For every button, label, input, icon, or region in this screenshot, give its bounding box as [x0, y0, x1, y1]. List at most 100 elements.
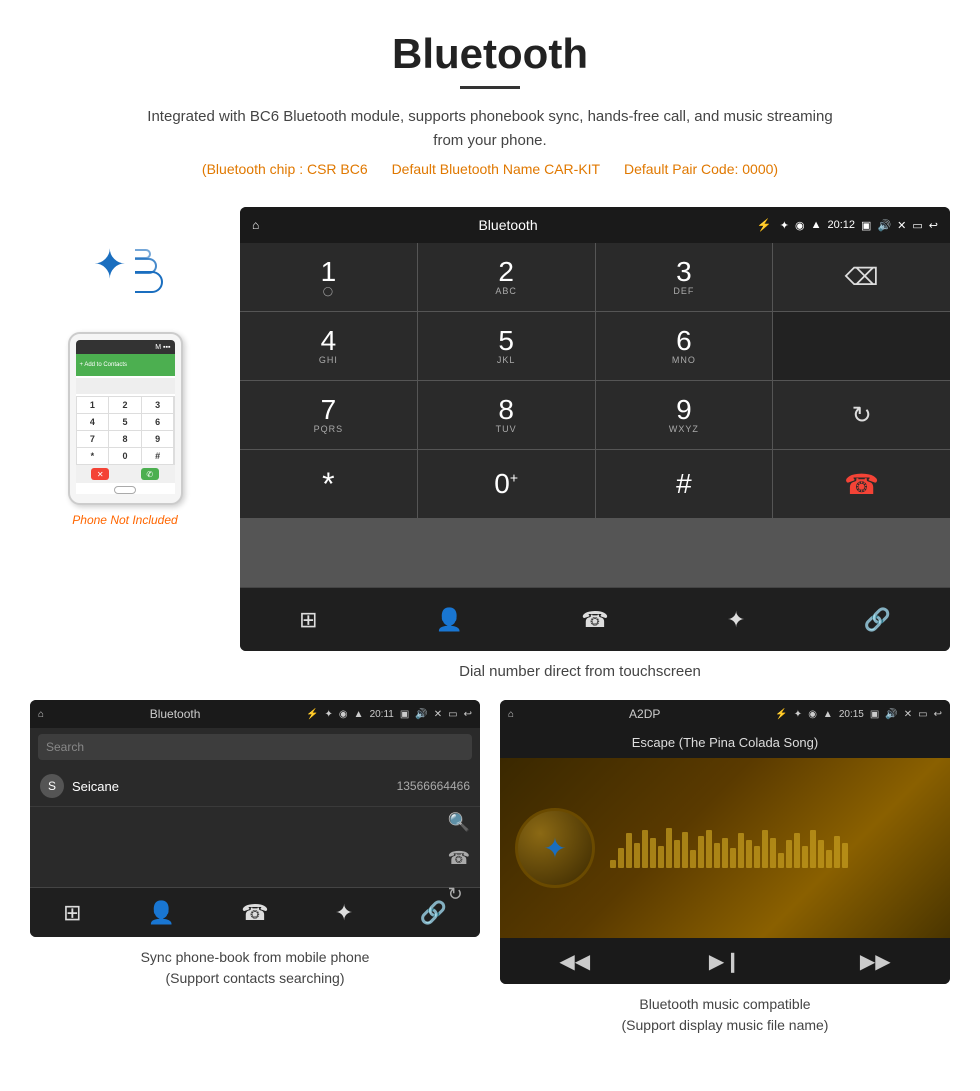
dialpad-key-7[interactable]: 7 PQRS [240, 381, 417, 449]
car-dial-grid-icon[interactable]: ⊞ [299, 607, 317, 633]
pb-home-icon[interactable]: ⌂ [38, 709, 44, 720]
phone-keypad: 1 2 3 4 5 6 7 8 9 * 0 # [76, 396, 175, 465]
music-back-icon[interactable]: ↩ [934, 709, 942, 720]
car-screen-icon[interactable]: ▭ [912, 219, 922, 232]
pb-search-icon[interactable]: 🔍 [448, 812, 470, 833]
eq-bar [770, 838, 776, 868]
pb-x-icon[interactable]: ✕ [434, 709, 442, 720]
car-dial-link-icon[interactable]: 🔗 [863, 607, 890, 633]
pb-link-icon[interactable]: 🔗 [419, 900, 446, 926]
dialpad-backspace[interactable]: ⌫ [773, 243, 950, 311]
car-signal-icon: ▲ [811, 219, 822, 231]
pb-refresh-icon[interactable]: ↻ [448, 884, 470, 905]
car-camera-icon[interactable]: ▣ [861, 219, 871, 232]
pb-cam-icon[interactable]: ▣ [400, 709, 409, 720]
eq-bar [730, 848, 736, 868]
car-time: 20:12 [828, 219, 856, 231]
car-bt-status-icon: ✦ [780, 219, 789, 232]
dialpad-key-9[interactable]: 9 WXYZ [596, 381, 773, 449]
eq-bar [634, 843, 640, 868]
music-play-pause-btn[interactable]: ▶❙ [709, 949, 741, 974]
music-cam-icon[interactable]: ▣ [870, 709, 879, 720]
eq-bar [666, 828, 672, 868]
phone-display [76, 378, 175, 394]
phone-key-3[interactable]: 3 [142, 397, 174, 413]
add-contacts-label: + Add to Contacts [80, 362, 128, 368]
dialpad-key-8[interactable]: 8 TUV [418, 381, 595, 449]
car-close-icon[interactable]: ✕ [897, 219, 906, 232]
dialpad-key-0[interactable]: 0+ [418, 450, 595, 518]
eq-bar [802, 846, 808, 868]
eq-bar [642, 830, 648, 868]
music-usb-icon: ⚡ [775, 709, 787, 720]
dialpad-key-5[interactable]: 5 JKL [418, 312, 595, 380]
music-next-btn[interactable]: ▶▶ [860, 949, 891, 974]
pb-call-icon[interactable]: ☎ [448, 848, 470, 869]
phone-key-hash[interactable]: # [142, 448, 174, 464]
music-status-bar: ⌂ A2DP ⚡ ✦ ◉ ▲ 20:15 ▣ 🔊 ✕ ▭ ↩ [500, 700, 950, 728]
phone-key-1[interactable]: 1 [77, 397, 109, 413]
phone-key-9[interactable]: 9 [142, 431, 174, 447]
car-volume-icon[interactable]: 🔊 [877, 219, 891, 232]
page-title: Bluetooth [20, 30, 960, 78]
eq-bar [762, 830, 768, 868]
pb-rect-icon[interactable]: ▭ [448, 709, 457, 720]
pb-person-icon[interactable]: 👤 [148, 900, 175, 926]
phone-key-star[interactable]: * [77, 448, 109, 464]
music-home-icon[interactable]: ⌂ [508, 709, 514, 720]
phone-key-8[interactable]: 8 [109, 431, 141, 447]
dialpad-key-6[interactable]: 6 MNO [596, 312, 773, 380]
pb-vol-icon[interactable]: 🔊 [415, 709, 427, 720]
pb-caption-line2: (Support contacts searching) [166, 970, 345, 986]
eq-bar [706, 830, 712, 868]
car-back-icon[interactable]: ↩ [929, 219, 938, 232]
dialpad-key-4[interactable]: 4 GHI [240, 312, 417, 380]
pb-back-icon[interactable]: ↩ [464, 709, 472, 720]
eq-bar [818, 840, 824, 868]
eq-bar [682, 832, 688, 868]
car-dial-bt-icon[interactable]: ✦ [727, 607, 745, 633]
pb-contact-name: Seicane [72, 779, 397, 794]
phone-call-btn[interactable]: ✆ [141, 468, 159, 480]
car-location-icon: ◉ [795, 219, 805, 232]
car-dial-contact-icon[interactable]: 👤 [436, 607, 463, 633]
eq-bar [810, 830, 816, 868]
dialpad-key-1[interactable]: 1 ◯ [240, 243, 417, 311]
pb-grid-icon[interactable]: ⊞ [63, 900, 81, 926]
music-controls: ◀◀ ▶❙ ▶▶ [500, 938, 950, 984]
music-prev-btn[interactable]: ◀◀ [559, 949, 590, 974]
phone-end-btn[interactable]: ✕ [91, 468, 109, 480]
dialpad-key-2[interactable]: 2 ABC [418, 243, 595, 311]
music-bt-symbol-icon: ✦ [543, 832, 566, 865]
phone-key-5[interactable]: 5 [109, 414, 141, 430]
car-dialpad-screen: ⌂ Bluetooth ⚡ ✦ ◉ ▲ 20:12 ▣ 🔊 ✕ ▭ ↩ 1 ◯ [240, 207, 950, 651]
phone-home-button[interactable] [114, 486, 136, 494]
pb-bt-bottom-icon[interactable]: ✦ [335, 900, 353, 926]
dialpad-empty-1 [773, 312, 950, 380]
dialpad-end-call[interactable]: ☎ [773, 450, 950, 518]
eq-bar [746, 840, 752, 868]
phone-key-6[interactable]: 6 [142, 414, 174, 430]
dialpad-key-hash[interactable]: # [596, 450, 773, 518]
music-caption-line2: (Support display music file name) [622, 1017, 829, 1033]
eq-bar [778, 853, 784, 868]
dialpad-key-3[interactable]: 3 DEF [596, 243, 773, 311]
phone-screen: + Add to Contacts 1 2 3 4 5 6 7 8 9 * 0 … [76, 354, 175, 494]
dialpad-key-star[interactable]: * [240, 450, 417, 518]
pb-search-bar[interactable]: Search [38, 734, 472, 760]
music-vol-icon[interactable]: 🔊 [885, 709, 897, 720]
pb-contact-row[interactable]: S Seicane 13566664466 [30, 766, 480, 807]
car-home-icon[interactable]: ⌂ [252, 218, 259, 232]
dialpad-refresh[interactable]: ↻ [773, 381, 950, 449]
phone-key-0[interactable]: 0 [109, 448, 141, 464]
bluetooth-specs: (Bluetooth chip : CSR BC6 Default Blueto… [20, 161, 960, 177]
phone-key-7[interactable]: 7 [77, 431, 109, 447]
phone-key-4[interactable]: 4 [77, 414, 109, 430]
pb-phone-icon[interactable]: ☎ [241, 900, 268, 926]
spec-name: Default Bluetooth Name CAR-KIT [392, 161, 601, 177]
car-dial-phone-icon[interactable]: ☎ [581, 607, 608, 633]
music-rect-icon[interactable]: ▭ [918, 709, 927, 720]
car-status-bar: ⌂ Bluetooth ⚡ ✦ ◉ ▲ 20:12 ▣ 🔊 ✕ ▭ ↩ [240, 207, 950, 243]
phone-key-2[interactable]: 2 [109, 397, 141, 413]
music-x-icon[interactable]: ✕ [904, 709, 912, 720]
